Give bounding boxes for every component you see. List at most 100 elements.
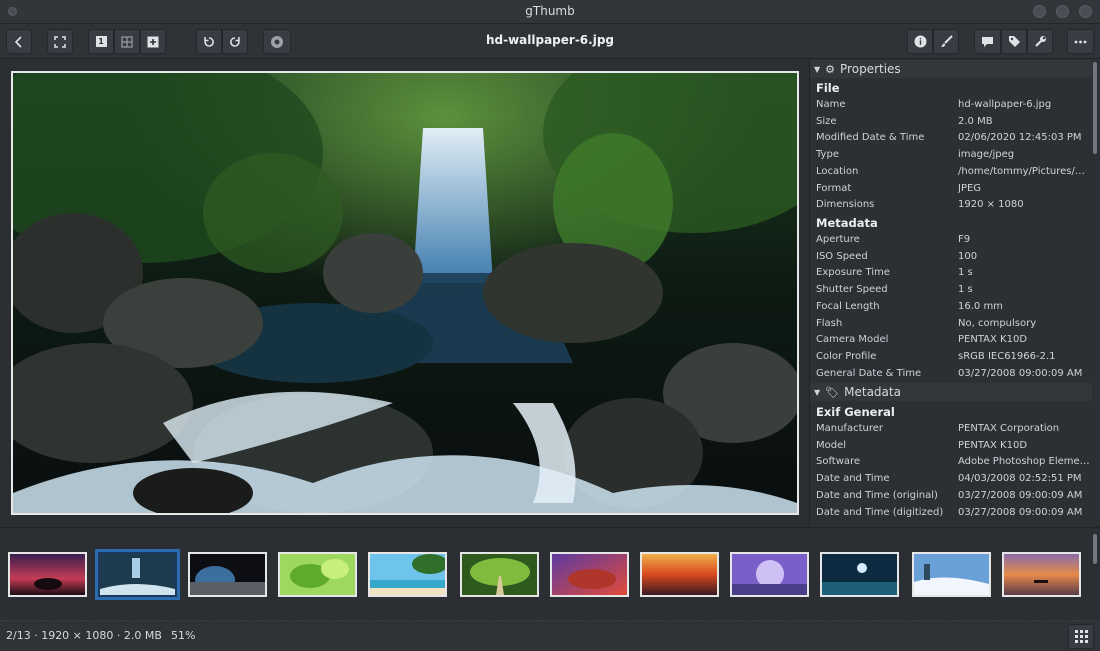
current-filename: hd-wallpaper-6.jpg (485, 33, 615, 47)
property-value: 2.0 MB (958, 115, 993, 127)
maximize-button[interactable] (1056, 5, 1069, 18)
property-value: hd-wallpaper-6.jpg (958, 99, 1052, 110)
property-value: JPEG (958, 182, 982, 194)
exif-group-title: Exif General (816, 405, 895, 419)
property-key: ISO Speed (816, 250, 868, 262)
window-title: gThumb (525, 4, 575, 18)
fullscreen-icon (54, 35, 66, 48)
tag-icon: 🏷 (825, 385, 840, 399)
expand-triangle-icon: ▼ (814, 387, 821, 397)
thumbnail[interactable] (550, 552, 629, 597)
property-key: Focal Length (816, 300, 880, 312)
property-value: PENTAX K10D (958, 334, 1028, 346)
properties-header-label: Properties (840, 62, 901, 76)
property-key: Date and Time (digitized) (816, 506, 944, 518)
property-key: Date and Time (original) (816, 489, 938, 501)
property-value: Adobe Photoshop Elements ... (958, 456, 1090, 468)
view-single-button[interactable]: 1 (88, 29, 114, 54)
status-bar: 2/13 · 1920 × 1080 · 2.0 MB 51% (0, 620, 1100, 651)
property-key: Exposure Time (816, 267, 890, 279)
property-key: Manufacturer (816, 423, 883, 434)
thumbnail[interactable] (640, 552, 719, 597)
fullscreen-button[interactable] (47, 29, 73, 54)
thumbnails-toggle-button[interactable] (1068, 624, 1094, 649)
property-value: sRGB IEC61966-2.1 (958, 350, 1056, 362)
expand-triangle-icon: ▼ (814, 64, 821, 74)
thumbnail[interactable] (912, 552, 991, 597)
thumbnail-selected[interactable] (95, 549, 180, 600)
zoom-in-button[interactable] (140, 29, 166, 54)
disc-icon (271, 35, 283, 48)
back-button[interactable] (6, 29, 32, 54)
image-info: 2/13 · 1920 × 1080 · 2.0 MB (6, 629, 162, 642)
thumbnail-strip (0, 527, 1100, 620)
properties-section-header[interactable]: ▼ ⚙ Properties (810, 60, 1092, 78)
thumbnail[interactable] (8, 552, 87, 597)
panel-scrollbar[interactable] (1093, 62, 1097, 154)
property-row: Shutter Speed 1 s (816, 284, 1092, 300)
minimize-button[interactable] (1033, 5, 1046, 18)
thumbnail-scrollbar[interactable] (1093, 534, 1097, 564)
thumbnail[interactable] (820, 552, 899, 597)
property-key: Format (816, 182, 852, 194)
toolbar: 1 hd-wallpaper-6.jpg (0, 24, 1100, 59)
property-key: Software (816, 456, 861, 468)
property-row: Manufacturer PENTAX Corporation (816, 423, 1092, 439)
slideshow-button[interactable] (263, 29, 291, 54)
comment-button[interactable] (974, 29, 1001, 54)
property-row: Date and Time 04/03/2008 02:52:51 PM (816, 473, 1092, 489)
property-row: ISO Speed 100 (816, 251, 1092, 267)
property-row: Dimensions 1920 × 1080 (816, 199, 1092, 215)
property-row: Name hd-wallpaper-6.jpg (816, 99, 1092, 115)
property-row: Color Profile sRGB IEC61966-2.1 (816, 351, 1092, 367)
property-row: Exposure Time 1 s (816, 267, 1092, 283)
property-key: Shutter Speed (816, 284, 888, 296)
property-value: 02/06/2020 12:45:03 PM (958, 132, 1082, 144)
property-value: 03/27/2008 09:00:09 AM (958, 489, 1083, 501)
more-menu-button[interactable] (1067, 29, 1094, 54)
property-row: Format JPEG (816, 183, 1092, 199)
metadata-group-title: Metadata (816, 216, 878, 230)
close-button[interactable] (1079, 5, 1092, 18)
property-value: PENTAX Corporation (958, 423, 1060, 434)
thumbnail[interactable] (278, 552, 357, 597)
title-bar: gThumb (0, 0, 1100, 24)
property-value: PENTAX K10D (958, 439, 1028, 451)
thumbnail[interactable] (730, 552, 809, 597)
metadata-section-header[interactable]: ▼ 🏷 Metadata (810, 383, 1092, 401)
property-row: General Date & Time 03/27/2008 09:00:09 A… (816, 368, 1092, 384)
thumbnail[interactable] (368, 552, 447, 597)
property-row: Focal Length 16.0 mm (816, 301, 1092, 317)
property-key: Location (816, 165, 859, 177)
tools-button[interactable] (1027, 29, 1053, 54)
rotate-left-button[interactable] (196, 29, 222, 54)
thumbnail[interactable] (460, 552, 539, 597)
property-key: Size (816, 115, 837, 127)
zoom-level: 51% (171, 629, 196, 642)
property-value: 1920 × 1080 (958, 199, 1024, 211)
rotate-right-button[interactable] (222, 29, 248, 54)
view-grid-button[interactable] (114, 29, 140, 54)
thumbnail[interactable] (188, 552, 267, 597)
metadata-header-label: Metadata (844, 385, 901, 399)
property-value: 1 s (958, 284, 973, 296)
property-value: image/jpeg (958, 149, 1015, 161)
property-row: Camera Model PENTAX K10D (816, 334, 1092, 350)
property-key: Flash (816, 317, 843, 329)
property-row: Modified Date & Time 02/06/2020 12:45:03 … (816, 132, 1092, 148)
property-value: No, compulsory (958, 317, 1037, 329)
properties-button[interactable] (907, 29, 933, 54)
property-key: Model (816, 439, 847, 451)
thumbnail[interactable] (1002, 552, 1081, 597)
image-viewer[interactable] (0, 60, 808, 527)
property-key: Type (816, 149, 839, 161)
waterfall-photo[interactable] (11, 71, 799, 515)
tags-button[interactable] (1001, 29, 1027, 54)
property-row: Type image/jpeg (816, 149, 1092, 165)
edit-button[interactable] (933, 29, 959, 54)
property-row: Location/home/tommy/Pictures/gTh... (816, 166, 1092, 182)
file-group-title: File (816, 81, 840, 95)
chevron-left-icon (14, 35, 22, 48)
property-row: Date and Time (digitized) 03/27/2008 09:0… (816, 507, 1092, 523)
plus-box-icon (147, 36, 159, 47)
